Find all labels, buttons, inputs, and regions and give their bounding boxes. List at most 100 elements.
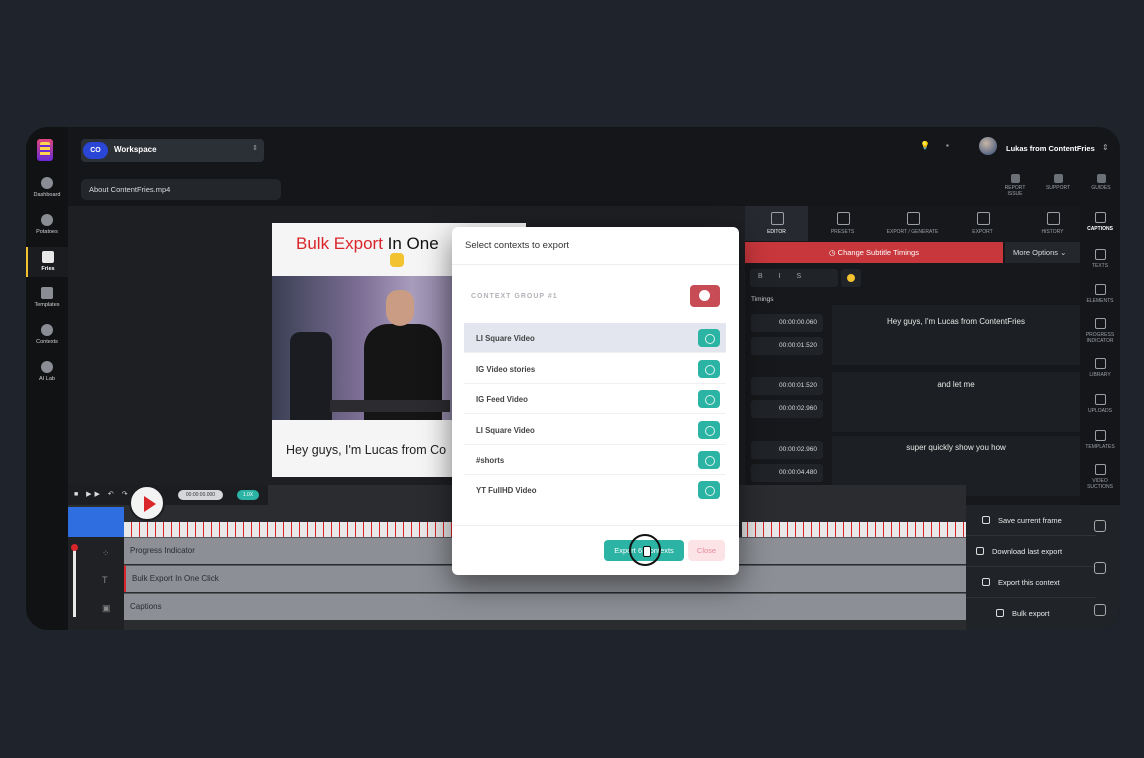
context-checkbox[interactable] — [698, 421, 720, 439]
subtitle-text[interactable]: and let me — [832, 380, 1080, 389]
tab-editor[interactable]: EDITOR — [745, 206, 808, 241]
subtitle-text[interactable]: Hey guys, I'm Lucas from ContentFries — [832, 317, 1080, 326]
right-sidebar-elements[interactable]: ELEMENTS — [1080, 284, 1120, 304]
context-label: YT FullHD Video — [476, 486, 537, 495]
chair-shape — [290, 332, 332, 420]
share-icon[interactable] — [1094, 520, 1106, 532]
emoji-picker-button[interactable] — [841, 269, 861, 287]
timeline-track[interactable]: Captions — [124, 593, 966, 620]
captions-icon: ▣ — [102, 603, 111, 613]
chat-icon[interactable]: ▪ — [946, 141, 949, 150]
text-format-toolbar[interactable]: B I S — [750, 269, 838, 287]
download-icon — [976, 547, 984, 555]
timings-label: Timings — [751, 296, 774, 303]
group-checkbox[interactable] — [690, 285, 720, 307]
image-icon — [1094, 358, 1106, 369]
report-issue-button[interactable]: REPORT ISSUE — [1000, 174, 1030, 197]
right-sidebar-progress[interactable]: PROGRESS INDICATOR — [1080, 318, 1120, 344]
save-current-frame-button[interactable]: Save current frame — [966, 505, 1096, 536]
timeline-tool-toggle[interactable] — [68, 507, 124, 537]
context-label: IG Feed Video — [476, 395, 528, 404]
close-button[interactable]: Close — [688, 540, 725, 561]
playhead-slider[interactable] — [71, 544, 78, 617]
tab-presets[interactable]: PRESETS — [811, 206, 874, 241]
sidebar-item-contexts[interactable]: Contexts — [26, 324, 68, 345]
workspace-selector[interactable]: CO Workspace ⇕ — [81, 139, 264, 162]
subtitle-start-time[interactable]: 00:00:02.960 — [751, 441, 823, 459]
download-icon[interactable] — [1094, 562, 1106, 574]
bulk-export-icon — [996, 609, 1004, 617]
play-button[interactable] — [129, 485, 165, 521]
bulk-export-button[interactable]: Bulk export — [966, 598, 1096, 629]
network-icon — [41, 324, 53, 336]
context-checkbox[interactable] — [698, 451, 720, 469]
context-checkbox[interactable] — [698, 360, 720, 378]
sidebar-item-dashboard[interactable]: Dashboard — [26, 177, 68, 198]
subtitle-text[interactable]: super quickly show you how — [832, 443, 1080, 452]
video-suctions-icon — [1094, 464, 1106, 475]
right-sidebar-library[interactable]: LIBRARY — [1080, 358, 1120, 378]
desk-shape — [330, 400, 450, 412]
context-checkbox[interactable] — [698, 390, 720, 408]
sidebar-item-templates[interactable]: Templates — [26, 287, 68, 308]
right-sidebar-label: PROGRESS INDICATOR — [1085, 332, 1115, 344]
fries-icon — [42, 251, 54, 263]
more-options-dropdown[interactable]: More Options ⌄ — [1005, 242, 1080, 263]
right-sidebar-templates[interactable]: TEMPLATES — [1080, 430, 1120, 450]
tab-export[interactable]: EXPORT — [951, 206, 1014, 241]
sidebar-item-ai-lab[interactable]: AI Lab — [26, 361, 68, 382]
context-row[interactable]: YT FullHD Video — [464, 475, 726, 505]
export-contexts-modal: Select contexts to export CONTEXT GROUP … — [452, 227, 739, 575]
preview-title-rest: In One — [382, 234, 439, 253]
file-name-field[interactable]: About ContentFries.mp4 — [81, 179, 281, 200]
context-row[interactable]: LI Square Video — [464, 415, 726, 445]
tab-export-generate[interactable]: EXPORT / GENERATE — [881, 206, 944, 241]
right-sidebar-uploads[interactable]: UPLOADS — [1080, 394, 1120, 414]
context-row[interactable]: IG Video stories — [464, 354, 726, 384]
flexed-biceps-emoji-icon — [390, 253, 404, 267]
avatar[interactable] — [979, 137, 997, 155]
context-checkbox[interactable] — [698, 481, 720, 499]
subtitle-row[interactable] — [832, 305, 1080, 365]
download-last-export-button[interactable]: Download last export — [966, 536, 1096, 567]
chevron-updown-icon[interactable]: ⇕ — [1102, 143, 1109, 152]
export-icon — [982, 578, 990, 586]
right-sidebar-video-suctions[interactable]: VIDEO SUCTIONS — [1080, 464, 1120, 490]
right-sidebar-label: TEMPLATES — [1085, 444, 1115, 450]
workspace-name: Workspace — [114, 145, 157, 154]
context-row[interactable]: #shorts — [464, 445, 726, 475]
sidebar-item-potatoes[interactable]: Potatoes — [26, 214, 68, 235]
context-row[interactable]: LI Square Video — [464, 323, 726, 353]
save-icon[interactable] — [1094, 604, 1106, 616]
tab-captions[interactable]: CAPTIONS — [1080, 212, 1120, 232]
action-label: Download last export — [992, 547, 1063, 556]
subtitle-end-time[interactable]: 00:00:04.480 — [751, 464, 823, 482]
sidebar-item-label: Fries — [41, 266, 55, 272]
support-icon — [1053, 174, 1063, 183]
context-checkbox[interactable] — [698, 329, 720, 347]
context-label: LI Square Video — [476, 426, 535, 435]
subtitle-start-time[interactable]: 00:00:00.060 — [751, 314, 823, 332]
change-subtitle-timings-button[interactable]: ◷ Change Subtitle Timings — [745, 242, 1003, 263]
subtitle-start-time[interactable]: 00:00:01.520 — [751, 377, 823, 395]
right-sidebar-label: ELEMENTS — [1086, 298, 1114, 304]
upload-icon — [1094, 394, 1106, 405]
user-name[interactable]: Lukas from ContentFries — [1006, 144, 1095, 153]
right-sidebar: CAPTIONS TEXTS ELEMENTS PROGRESS INDICAT… — [1080, 206, 1120, 506]
track-headers: ⁘ T ▣ — [68, 537, 124, 630]
guides-button[interactable]: GUIDES — [1086, 174, 1116, 191]
tab-history[interactable]: HISTORY — [1021, 206, 1084, 241]
context-row[interactable]: IG Feed Video — [464, 384, 726, 414]
action-label: Export this context — [998, 578, 1060, 587]
subtitle-end-time[interactable]: 00:00:02.960 — [751, 400, 823, 418]
sidebar-item-label: Contexts — [36, 339, 58, 345]
support-button[interactable]: SUPPORT — [1043, 174, 1073, 191]
export-this-context-button[interactable]: Export this context — [966, 567, 1096, 598]
subtitle-end-time[interactable]: 00:00:01.520 — [751, 337, 823, 355]
playback-speed[interactable]: 1.0X — [237, 490, 259, 500]
preview-caption: Hey guys, I'm Lucas from Co — [286, 443, 447, 457]
right-sidebar-texts[interactable]: TEXTS — [1080, 249, 1120, 269]
lightbulb-icon[interactable]: 💡 — [920, 141, 930, 150]
sidebar-item-fries[interactable]: Fries — [26, 247, 68, 277]
right-sidebar-label: TEXTS — [1091, 263, 1109, 269]
